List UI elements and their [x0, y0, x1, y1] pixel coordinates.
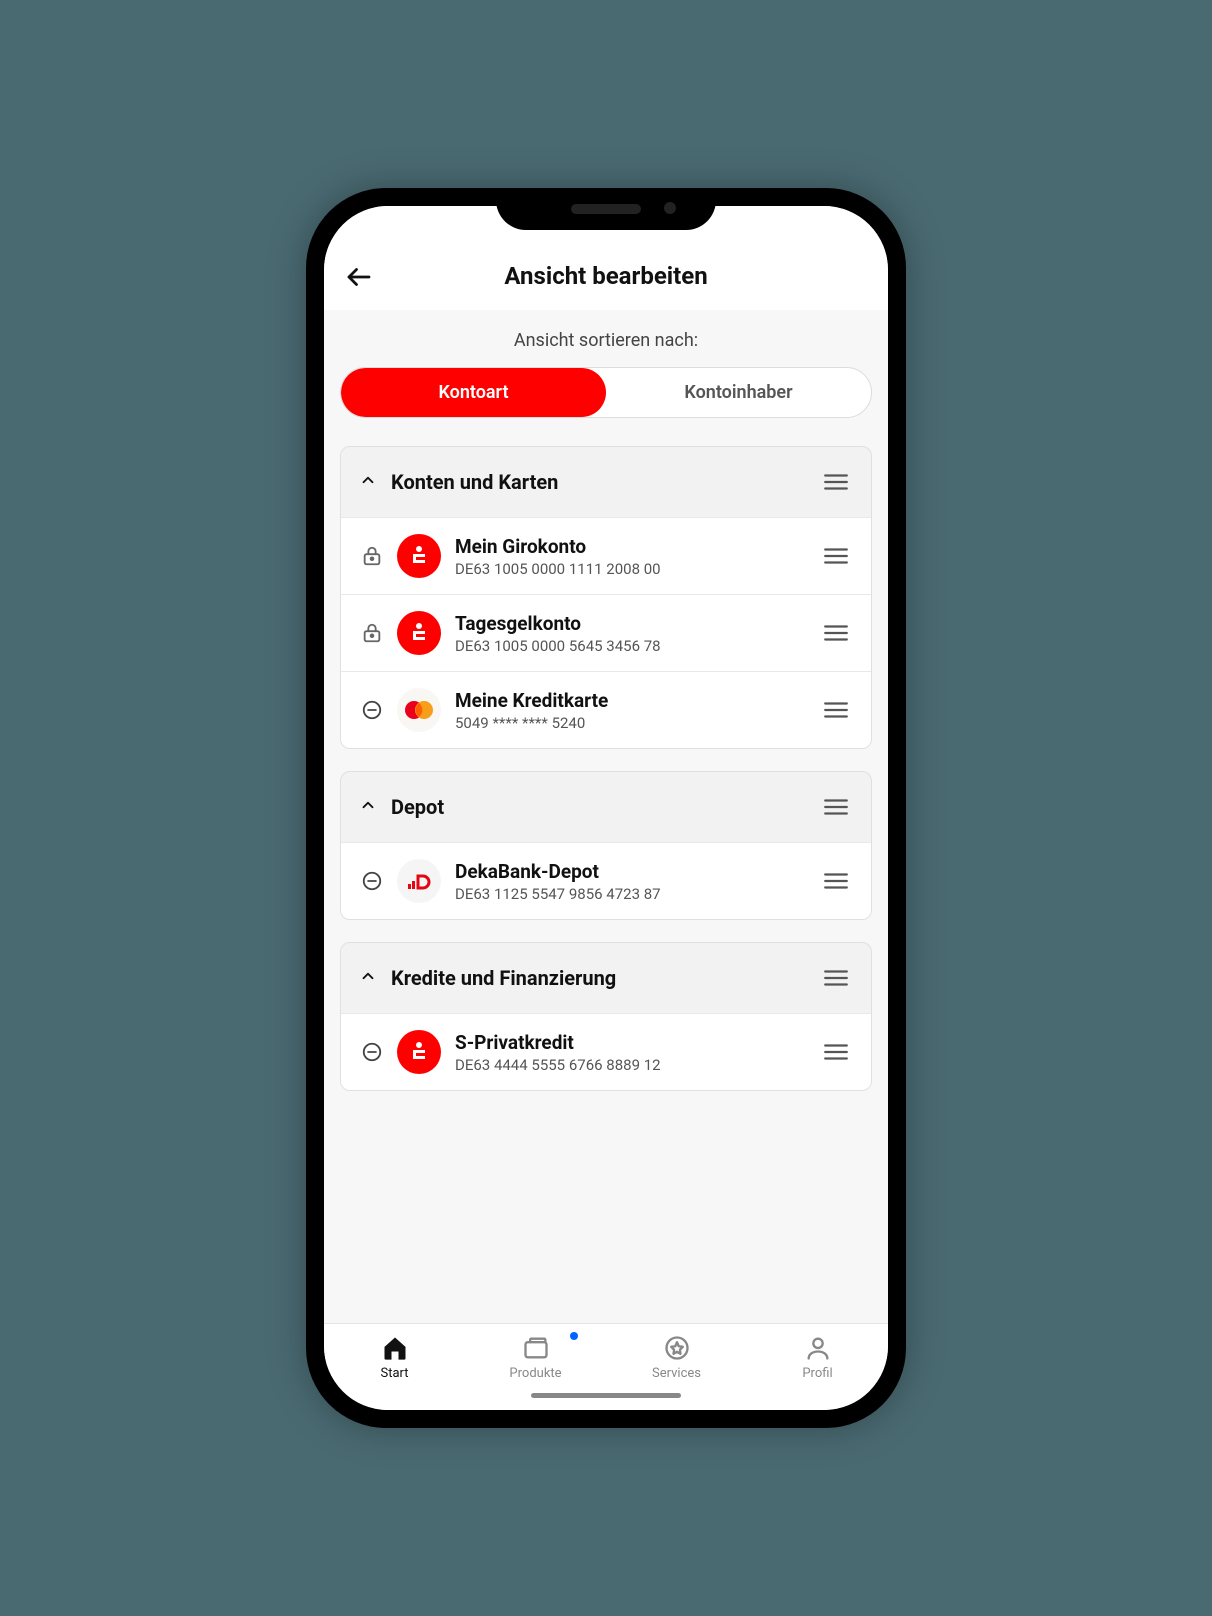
account-row[interactable]: S-Privatkredit DE63 4444 5555 6766 8889 …: [341, 1013, 871, 1090]
drag-handle[interactable]: [819, 965, 853, 991]
group-header[interactable]: Kredite und Finanzierung: [341, 943, 871, 1013]
drag-icon: [823, 701, 849, 719]
group-title: Kredite und Finanzierung: [391, 966, 616, 990]
remove-icon[interactable]: [359, 1041, 385, 1063]
back-button[interactable]: [344, 262, 374, 296]
group-title: Depot: [391, 795, 444, 819]
group-header[interactable]: Depot: [341, 772, 871, 842]
account-number: DE63 4444 5555 6766 8889 12: [455, 1056, 819, 1074]
drag-icon: [823, 872, 849, 890]
chevron-up-icon: [359, 795, 377, 819]
drag-handle[interactable]: [819, 868, 853, 894]
group-header[interactable]: Konten und Karten: [341, 447, 871, 517]
nav-label: Profil: [802, 1366, 832, 1381]
account-name: S-Privatkredit: [455, 1031, 819, 1054]
account-name: Mein Girokonto: [455, 535, 819, 558]
profile-icon: [804, 1334, 832, 1362]
nav-produkte[interactable]: Produkte: [465, 1334, 606, 1381]
sort-by-label: Ansicht sortieren nach:: [340, 330, 872, 351]
home-indicator[interactable]: [324, 1385, 888, 1410]
nav-start[interactable]: Start: [324, 1334, 465, 1381]
account-number: DE63 1005 0000 1111 2008 00: [455, 560, 819, 578]
remove-icon[interactable]: [359, 870, 385, 892]
drag-handle[interactable]: [819, 794, 853, 820]
account-number: 5049 **** **** 5240: [455, 714, 819, 732]
notification-dot-icon: [570, 1332, 578, 1340]
deka-logo-icon: [397, 859, 441, 903]
sparkasse-logo-icon: [397, 534, 441, 578]
account-name: DekaBank-Depot: [455, 860, 819, 883]
account-name: Tagesgelkonto: [455, 612, 819, 635]
drag-icon: [823, 473, 849, 491]
sparkasse-logo-icon: [397, 611, 441, 655]
content-scroll[interactable]: Ansicht sortieren nach: Kontoart Kontoin…: [324, 310, 888, 1323]
lock-icon: [359, 622, 385, 644]
drag-icon: [823, 1043, 849, 1061]
sparkasse-logo-icon: [397, 1030, 441, 1074]
sort-option-kontoart[interactable]: Kontoart: [341, 368, 606, 417]
page-title: Ansicht bearbeiten: [344, 262, 868, 290]
drag-handle[interactable]: [819, 1039, 853, 1065]
drag-icon: [823, 969, 849, 987]
nav-label: Produkte: [509, 1366, 561, 1381]
group-kredite: Kredite und Finanzierung S-Privatkredit …: [340, 942, 872, 1091]
drag-handle[interactable]: [819, 697, 853, 723]
phone-notch: [496, 188, 716, 230]
group-title: Konten und Karten: [391, 470, 558, 494]
account-row[interactable]: Meine Kreditkarte 5049 **** **** 5240: [341, 671, 871, 748]
nav-label: Start: [380, 1366, 408, 1381]
group-depot: Depot DekaBank-Depot DE63 1125 5547 9856…: [340, 771, 872, 920]
chevron-up-icon: [359, 470, 377, 494]
account-row[interactable]: Tagesgelkonto DE63 1005 0000 5645 3456 7…: [341, 594, 871, 671]
lock-icon: [359, 545, 385, 567]
drag-icon: [823, 798, 849, 816]
account-number: DE63 1005 0000 5645 3456 78: [455, 637, 819, 655]
nav-services[interactable]: Services: [606, 1334, 747, 1381]
account-row[interactable]: DekaBank-Depot DE63 1125 5547 9856 4723 …: [341, 842, 871, 919]
home-icon: [381, 1334, 409, 1362]
mastercard-logo-icon: [397, 688, 441, 732]
account-name: Meine Kreditkarte: [455, 689, 819, 712]
phone-frame: Ansicht bearbeiten Ansicht sortieren nac…: [306, 188, 906, 1428]
bottom-navigation: Start Produkte Services Profil: [324, 1323, 888, 1385]
chevron-up-icon: [359, 966, 377, 990]
drag-icon: [823, 547, 849, 565]
drag-handle[interactable]: [819, 620, 853, 646]
nav-label: Services: [652, 1366, 701, 1381]
star-circle-icon: [663, 1334, 691, 1362]
remove-icon[interactable]: [359, 699, 385, 721]
arrow-left-icon: [344, 262, 374, 292]
sort-option-kontoinhaber[interactable]: Kontoinhaber: [606, 368, 871, 417]
wallet-icon: [522, 1334, 550, 1362]
app-screen: Ansicht bearbeiten Ansicht sortieren nac…: [324, 206, 888, 1410]
drag-handle[interactable]: [819, 543, 853, 569]
account-number: DE63 1125 5547 9856 4723 87: [455, 885, 819, 903]
account-row[interactable]: Mein Girokonto DE63 1005 0000 1111 2008 …: [341, 517, 871, 594]
nav-profil[interactable]: Profil: [747, 1334, 888, 1381]
drag-icon: [823, 624, 849, 642]
drag-handle[interactable]: [819, 469, 853, 495]
sort-segmented-control: Kontoart Kontoinhaber: [340, 367, 872, 418]
group-konten-und-karten: Konten und Karten Mein Girokonto DE63 10…: [340, 446, 872, 749]
